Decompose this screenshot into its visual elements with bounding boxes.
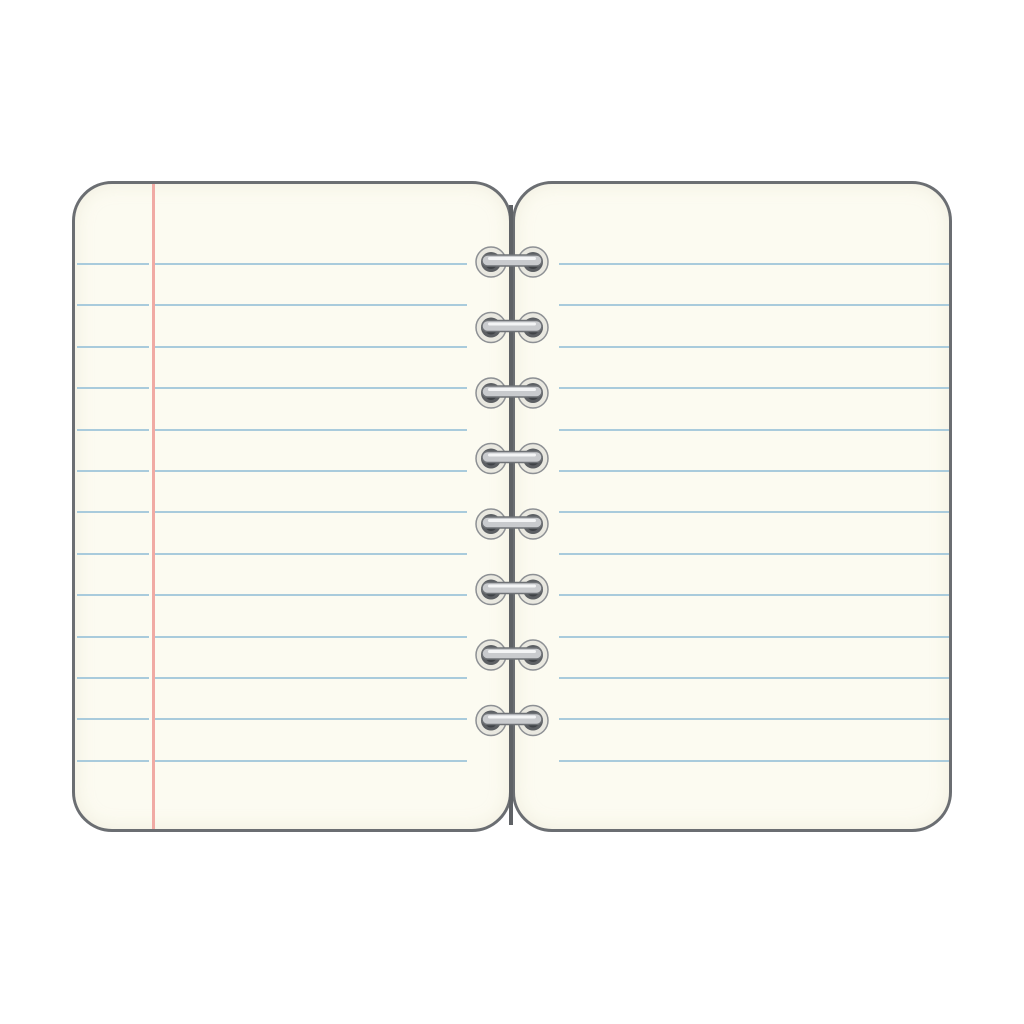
binding-ring bbox=[475, 508, 549, 540]
binding-ring bbox=[475, 311, 549, 344]
binding-ring bbox=[475, 704, 549, 737]
binding-ring bbox=[475, 639, 549, 671]
binding-ring bbox=[475, 442, 549, 475]
binding-ring bbox=[475, 573, 549, 606]
spiral-binding bbox=[475, 246, 549, 737]
notebook-canvas bbox=[0, 0, 1024, 1024]
binding-ring bbox=[475, 377, 549, 409]
binding-ring bbox=[475, 246, 549, 278]
